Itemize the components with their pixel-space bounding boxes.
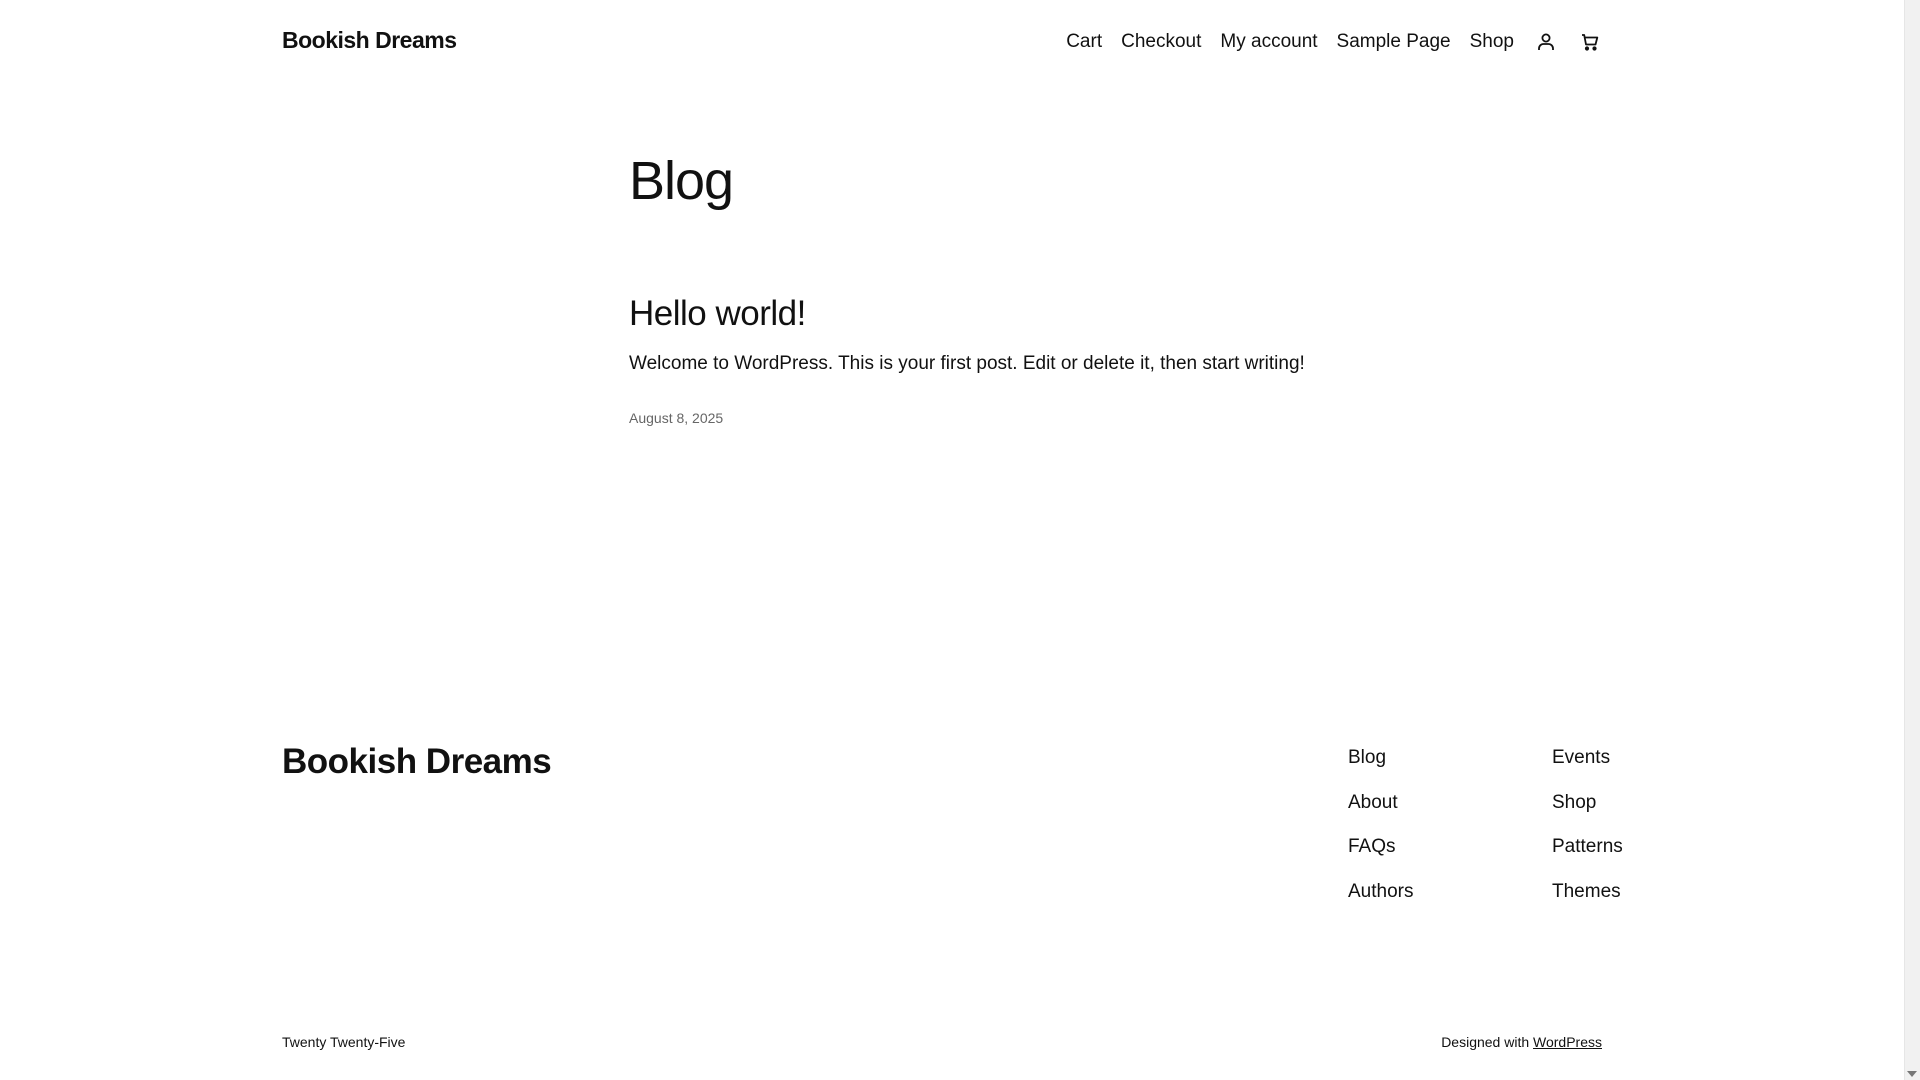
site-title[interactable]: Bookish Dreams	[282, 27, 457, 54]
footer-link-faqs[interactable]: FAQs	[1348, 835, 1413, 880]
footer-link-patterns[interactable]: Patterns	[1552, 835, 1623, 880]
wordpress-credit: Designed with WordPress	[1441, 1034, 1602, 1050]
footer-link-about[interactable]: About	[1348, 791, 1413, 836]
footer-nav-column-1: Blog About FAQs Authors	[1348, 746, 1413, 924]
scroll-down-arrow-icon[interactable]	[1907, 1071, 1917, 1077]
footer-link-blog[interactable]: Blog	[1348, 746, 1413, 791]
footer-link-events[interactable]: Events	[1552, 746, 1623, 791]
page-title: Blog	[629, 151, 734, 211]
credit-prefix: Designed with	[1441, 1034, 1530, 1050]
wordpress-link[interactable]: WordPress	[1533, 1034, 1602, 1050]
primary-nav: Cart Checkout My account Sample Page Sho…	[1066, 30, 1602, 54]
post-excerpt: Welcome to WordPress. This is your first…	[629, 353, 1305, 374]
footer-site-title[interactable]: Bookish Dreams	[282, 742, 552, 782]
post-title-link[interactable]: Hello world!	[629, 294, 806, 333]
cart-icon[interactable]	[1578, 30, 1602, 54]
theme-credit: Twenty Twenty-Five	[282, 1034, 406, 1050]
post-date: August 8, 2025	[629, 410, 724, 426]
vertical-scrollbar[interactable]	[1904, 0, 1920, 1080]
footer-link-shop[interactable]: Shop	[1552, 791, 1623, 836]
nav-cart[interactable]: Cart	[1066, 31, 1102, 53]
nav-checkout[interactable]: Checkout	[1121, 31, 1201, 53]
footer-nav-column-2: Events Shop Patterns Themes	[1552, 746, 1623, 924]
footer-link-themes[interactable]: Themes	[1552, 880, 1623, 925]
post-title[interactable]: Hello world!	[629, 294, 806, 334]
footer-link-authors[interactable]: Authors	[1348, 880, 1413, 925]
nav-sample-page[interactable]: Sample Page	[1337, 31, 1451, 53]
nav-my-account[interactable]: My account	[1220, 31, 1317, 53]
nav-shop[interactable]: Shop	[1470, 31, 1514, 53]
account-icon[interactable]	[1534, 30, 1558, 54]
page: Bookish Dreams Cart Checkout My account …	[0, 0, 1905, 1080]
